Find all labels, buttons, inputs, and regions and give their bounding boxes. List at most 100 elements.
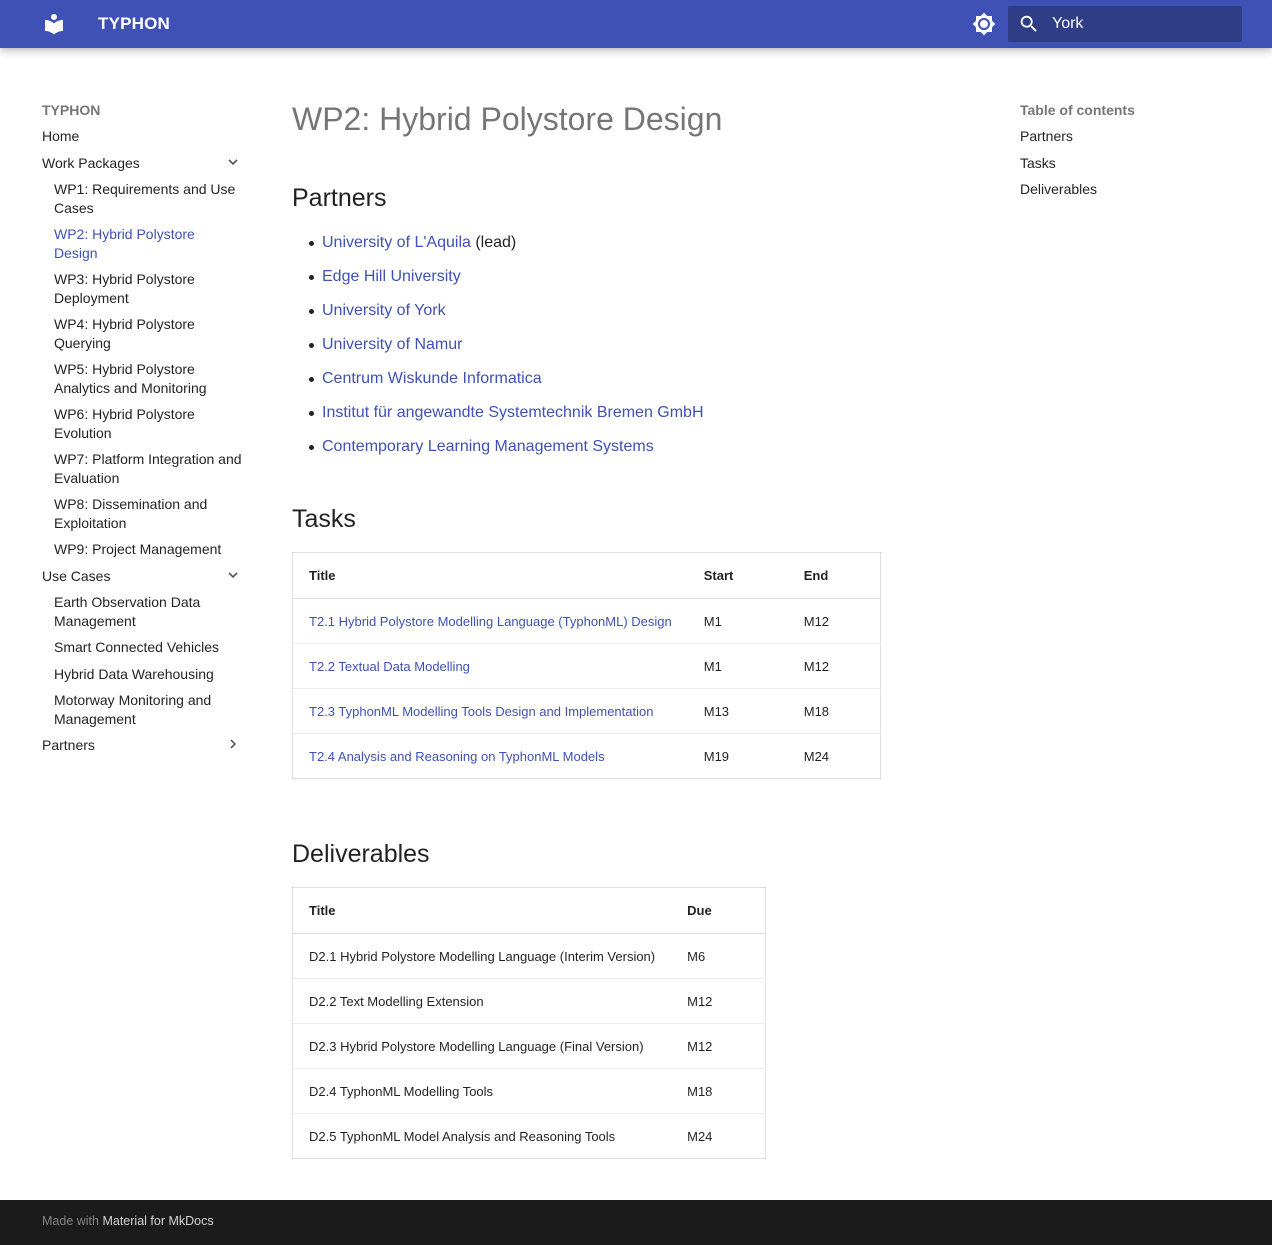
table-row: D2.5 TyphonML Model Analysis and Reasoni…	[292, 1113, 766, 1159]
book-open-icon[interactable]	[42, 12, 66, 36]
task-start: M13	[687, 688, 788, 734]
sidebar-item-smart-vehicles[interactable]: Smart Connected Vehicles	[42, 638, 242, 657]
task-end: M18	[787, 688, 881, 734]
sidebar-nav: TYPHON Home Work Packages WP1: Requireme…	[42, 100, 242, 755]
search-input[interactable]	[1052, 6, 1238, 42]
sidebar-item-wp1[interactable]: WP1: Requirements and Use Cases	[42, 180, 242, 217]
sidebar-item-label: Work Packages	[42, 154, 140, 171]
page-title: WP2: Hybrid Polystore Design	[292, 101, 723, 137]
table-of-contents: Table of contents Partners Tasks Deliver…	[1020, 100, 1240, 199]
table-row: D2.3 Hybrid Polystore Modelling Language…	[292, 1023, 766, 1069]
task-end: M24	[787, 733, 881, 779]
sidebar-item-wp4[interactable]: WP4: Hybrid Polystore Querying	[42, 315, 242, 352]
partner-link[interactable]: Institut für angewandte Systemtechnik Br…	[322, 404, 704, 421]
sidebar-item-earth-observation[interactable]: Earth Observation Data Management	[42, 593, 242, 630]
partner-link[interactable]: University of L'Aquila	[322, 234, 471, 251]
search-box	[1008, 6, 1242, 42]
sidebar-title: TYPHON	[42, 102, 101, 118]
sidebar-item-label: Use Cases	[42, 567, 111, 584]
column-header: End	[787, 552, 881, 599]
list-item: Edge Hill University	[292, 264, 704, 298]
toc-title: Table of contents	[1020, 102, 1135, 118]
deliverable-title: D2.1 Hybrid Polystore Modelling Language…	[292, 933, 672, 979]
chevron-down-icon[interactable]	[224, 153, 242, 171]
list-item: Centrum Wiskunde Informatica	[292, 366, 704, 400]
column-header: Title	[292, 887, 672, 934]
partner-link[interactable]: Edge Hill University	[322, 268, 461, 285]
header: TYPHON	[0, 0, 1272, 48]
task-end: M12	[787, 643, 881, 689]
deliverable-due: M6	[671, 933, 766, 979]
table-row: D2.4 TyphonML Modelling Tools M18	[292, 1068, 766, 1114]
list-item: Institut für angewandte Systemtechnik Br…	[292, 400, 704, 434]
chevron-right-icon[interactable]	[224, 735, 242, 753]
table-row: D2.2 Text Modelling Extension M12	[292, 978, 766, 1024]
table-row: T2.4 Analysis and Reasoning on TyphonML …	[292, 733, 881, 779]
sidebar-item-wp2[interactable]: WP2: Hybrid Polystore Design	[42, 225, 242, 262]
table-row: T2.2 Textual Data Modelling M1 M12	[292, 643, 881, 689]
table-row: T2.3 TyphonML Modelling Tools Design and…	[292, 688, 881, 734]
sidebar-item-home[interactable]: Home	[42, 127, 242, 146]
deliverable-title: D2.2 Text Modelling Extension	[292, 978, 672, 1024]
sidebar-item-wp3[interactable]: WP3: Hybrid Polystore Deployment	[42, 270, 242, 307]
deliverables-heading: Deliverables	[292, 840, 430, 868]
footer-mkdocs-link[interactable]: Material for MkDocs	[102, 1214, 213, 1228]
partners-list: University of L'Aquila (lead) Edge Hill …	[292, 230, 704, 468]
sidebar-item-data-warehousing[interactable]: Hybrid Data Warehousing	[42, 665, 242, 684]
table-header-row: Title Due	[292, 887, 766, 934]
sidebar-item-work-packages[interactable]: Work Packages	[42, 154, 242, 173]
column-header: Due	[671, 887, 766, 934]
sidebar-item-wp7[interactable]: WP7: Platform Integration and Evaluation	[42, 450, 242, 487]
list-item: Contemporary Learning Management Systems	[292, 434, 704, 468]
footer-credit: Made with Material for MkDocs	[42, 1200, 214, 1243]
deliverable-title: D2.4 TyphonML Modelling Tools	[292, 1068, 672, 1114]
table-row: D2.1 Hybrid Polystore Modelling Language…	[292, 933, 766, 979]
partner-link[interactable]: University of Namur	[322, 336, 462, 353]
toc-item-deliverables[interactable]: Deliverables	[1020, 180, 1240, 199]
deliverable-due: M12	[671, 978, 766, 1024]
table-header-row: Title Start End	[292, 552, 881, 599]
list-item: University of York	[292, 298, 704, 332]
tasks-heading: Tasks	[292, 505, 356, 533]
sidebar-item-wp5[interactable]: WP5: Hybrid Polystore Analytics and Moni…	[42, 360, 242, 397]
task-title-link[interactable]: T2.4 Analysis and Reasoning on TyphonML …	[292, 733, 688, 779]
sidebar-item-use-cases[interactable]: Use Cases	[42, 567, 242, 586]
deliverable-title: D2.5 TyphonML Model Analysis and Reasoni…	[292, 1113, 672, 1159]
task-start: M19	[687, 733, 788, 779]
task-start: M1	[687, 598, 788, 644]
search-icon	[1020, 15, 1037, 32]
sidebar-item-partners[interactable]: Partners	[42, 736, 242, 755]
column-header: Start	[687, 552, 788, 599]
table-row: T2.1 Hybrid Polystore Modelling Language…	[292, 598, 881, 644]
sidebar-item-wp9[interactable]: WP9: Project Management	[42, 540, 242, 559]
chevron-down-icon[interactable]	[224, 566, 242, 584]
sidebar-item-motorway-monitoring[interactable]: Motorway Monitoring and Management	[42, 691, 242, 728]
column-header: Title	[292, 552, 688, 599]
deliverable-due: M18	[671, 1068, 766, 1114]
task-title-link[interactable]: T2.1 Hybrid Polystore Modelling Language…	[292, 598, 688, 644]
deliverable-due: M24	[671, 1113, 766, 1159]
deliverable-title: D2.3 Hybrid Polystore Modelling Language…	[292, 1023, 672, 1069]
tasks-table: Title Start End T2.1 Hybrid Polystore Mo…	[292, 552, 881, 779]
task-title-link[interactable]: T2.3 TyphonML Modelling Tools Design and…	[292, 688, 688, 734]
toc-item-tasks[interactable]: Tasks	[1020, 154, 1240, 173]
deliverables-table: Title Due D2.1 Hybrid Polystore Modellin…	[292, 887, 766, 1159]
footer: Made with Material for MkDocs	[0, 1200, 1272, 1245]
toc-item-partners[interactable]: Partners	[1020, 127, 1240, 146]
partner-link[interactable]: Centrum Wiskunde Informatica	[322, 370, 542, 387]
deliverable-due: M12	[671, 1023, 766, 1069]
site-title[interactable]: TYPHON	[98, 0, 170, 48]
partner-link[interactable]: Contemporary Learning Management Systems	[322, 438, 654, 455]
footer-made-with: Made with	[42, 1214, 99, 1228]
partner-suffix: (lead)	[470, 234, 517, 251]
list-item: University of L'Aquila (lead)	[292, 230, 704, 264]
sidebar-item-wp8[interactable]: WP8: Dissemination and Exploitation	[42, 495, 242, 532]
task-start: M1	[687, 643, 788, 689]
brightness-icon[interactable]	[972, 12, 996, 36]
list-item: University of Namur	[292, 332, 704, 366]
sidebar-item-label: Partners	[42, 737, 95, 753]
task-title-link[interactable]: T2.2 Textual Data Modelling	[292, 643, 688, 689]
partners-heading: Partners	[292, 184, 387, 212]
partner-link[interactable]: University of York	[322, 302, 446, 319]
sidebar-item-wp6[interactable]: WP6: Hybrid Polystore Evolution	[42, 405, 242, 442]
